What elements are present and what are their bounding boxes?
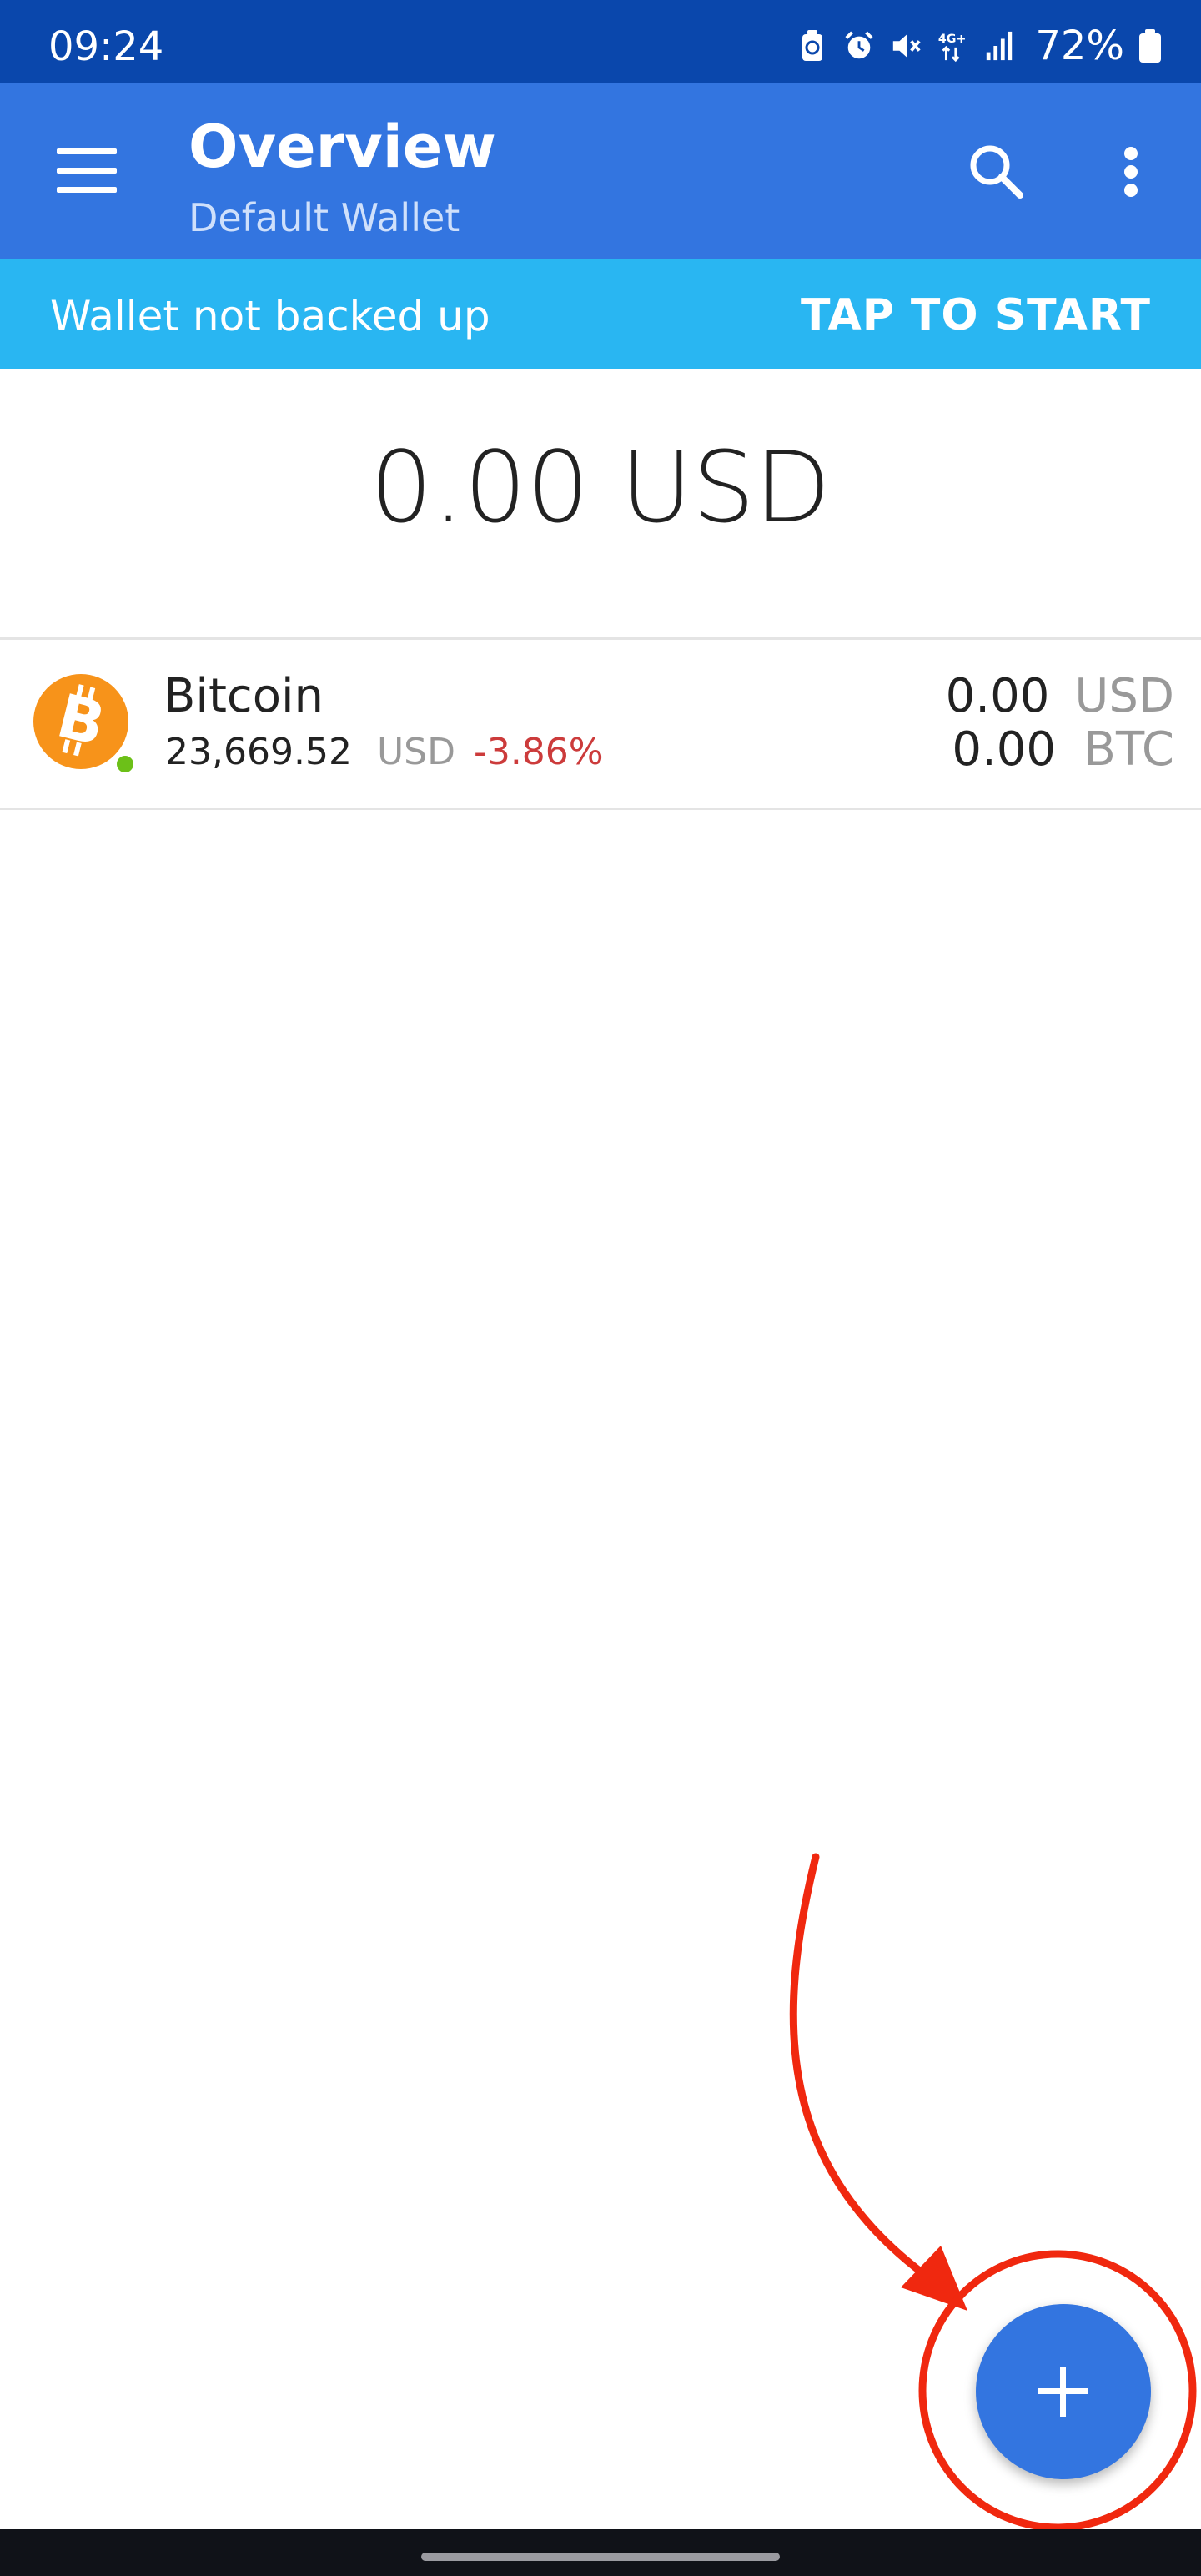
- 4g-plus-icon: 4G+: [938, 33, 967, 63]
- signal-icon: [987, 31, 1013, 61]
- app-bar: Overview Default Wallet: [0, 83, 1201, 259]
- status-icons: 4G+ 72%: [796, 25, 1161, 67]
- svg-text:4G+: 4G+: [938, 33, 967, 46]
- asset-price: 23,669.52: [165, 731, 352, 773]
- backup-banner[interactable]: Wallet not backed up TAP TO START: [0, 259, 1201, 369]
- online-status-dot: [113, 752, 137, 776]
- page-title: Overview: [188, 113, 496, 181]
- battery-icon: [1139, 29, 1161, 63]
- crypto-balance-line: 0.00 BTC: [952, 724, 1174, 776]
- wallet-name: Default Wallet: [188, 195, 460, 240]
- total-balance: 0.00 USD: [369, 430, 832, 545]
- asset-change: -3.86%: [473, 731, 604, 773]
- crypto-unit: BTC: [1083, 722, 1174, 777]
- alarm-icon: [845, 31, 873, 59]
- tap-to-start-button[interactable]: TAP TO START: [801, 291, 1151, 340]
- asset-price-unit: USD: [376, 731, 455, 773]
- mute-icon: [893, 33, 921, 58]
- battery-saver-icon: [802, 30, 823, 61]
- status-bar: 09:24 4G+ 72%: [0, 0, 1201, 83]
- home-gesture-handle[interactable]: [421, 2553, 780, 2561]
- status-time: 09:24: [48, 23, 164, 70]
- fiat-balance: 0.00: [945, 669, 1050, 723]
- navigation-bar: [0, 2529, 1201, 2576]
- red-arrow: [789, 1853, 938, 2286]
- add-button[interactable]: [976, 2304, 1151, 2479]
- bitcoin-icon: B: [33, 674, 128, 769]
- fiat-unit: USD: [1074, 669, 1174, 723]
- divider: [0, 808, 1201, 810]
- menu-icon[interactable]: [57, 148, 117, 194]
- divider: [0, 637, 1201, 640]
- more-vert-icon[interactable]: [1114, 138, 1148, 205]
- asset-name: Bitcoin: [163, 669, 324, 723]
- asset-price-line: 23,669.52 USD -3.86%: [165, 732, 604, 772]
- backup-message: Wallet not backed up: [50, 292, 490, 340]
- battery-percent: 72%: [1035, 23, 1124, 69]
- asset-row-bitcoin[interactable]: B Bitcoin 23,669.52 USD -3.86% 0.00 USD …: [0, 641, 1201, 809]
- search-icon[interactable]: [963, 138, 1030, 205]
- crypto-balance: 0.00: [952, 722, 1056, 777]
- plus-icon-stroke: [1060, 2367, 1066, 2417]
- red-arrow-head: [901, 2246, 967, 2311]
- fiat-balance-line: 0.00 USD: [946, 671, 1174, 722]
- annotation-overlay: [789, 1853, 1197, 2532]
